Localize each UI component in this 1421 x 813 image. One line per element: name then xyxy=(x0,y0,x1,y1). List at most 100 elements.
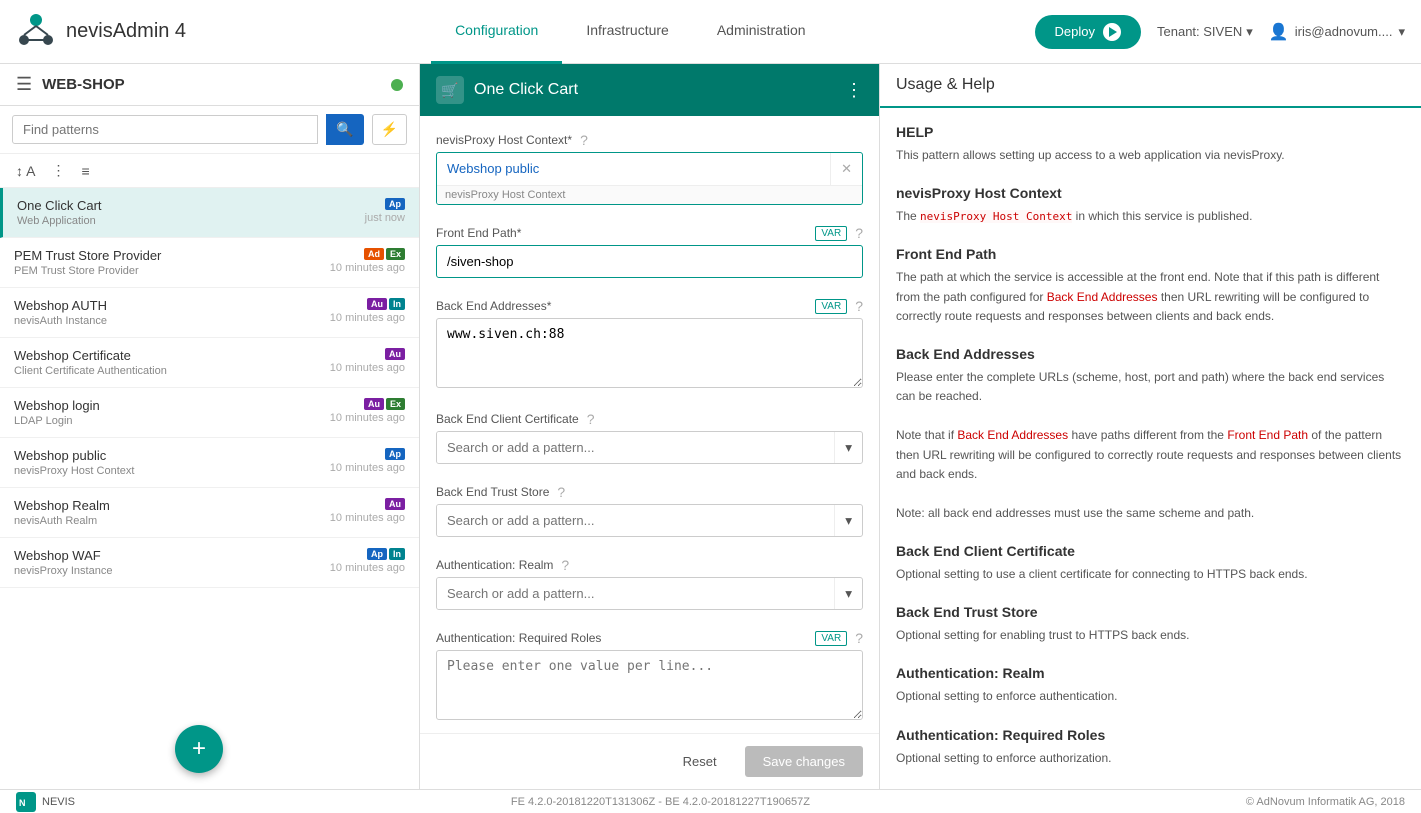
back-end-addresses-help-icon[interactable]: ? xyxy=(855,298,863,314)
list-item[interactable]: Webshop login LDAP Login AuEx 10 minutes… xyxy=(0,388,419,438)
search-button[interactable]: 🔍 xyxy=(326,114,363,145)
back-end-client-cert-help-icon[interactable]: ? xyxy=(587,411,595,427)
sidebar-header: ☰ WEB-SHOP xyxy=(0,64,419,106)
nav-configuration[interactable]: Configuration xyxy=(431,0,562,64)
top-nav: nevisAdmin 4 Configuration Infrastructur… xyxy=(0,0,1421,64)
help-section-auth-realm: Authentication: Realm Optional setting t… xyxy=(896,665,1405,706)
auth-required-roles-help-icon[interactable]: ? xyxy=(855,630,863,646)
tenant-selector[interactable]: Tenant: SIVEN ▾ xyxy=(1157,24,1253,40)
field-front-end-path: Front End Path* VAR ? xyxy=(436,225,863,278)
help-section-back-end-addresses: Back End Addresses Please enter the comp… xyxy=(896,346,1405,406)
help-section-auth-roles: Authentication: Required Roles Optional … xyxy=(896,727,1405,768)
auth-realm-help-icon[interactable]: ? xyxy=(561,557,569,573)
help-body: HELP This pattern allows setting up acce… xyxy=(880,108,1421,789)
nevis-proxy-host-context-value[interactable]: Webshop public xyxy=(437,153,830,185)
brand-name: nevisAdmin 4 xyxy=(66,20,186,43)
help-panel: Usage & Help HELP This pattern allows se… xyxy=(880,64,1421,789)
help-section-back-end-note: Note that if Back End Addresses have pat… xyxy=(896,426,1405,484)
help-back-end-note2-text: Note: all back end addresses must use th… xyxy=(896,504,1405,523)
list-item[interactable]: Webshop AUTH nevisAuth Instance AuIn 10 … xyxy=(0,288,419,338)
help-client-cert-title: Back End Client Certificate xyxy=(896,543,1405,559)
help-front-end-path-title: Front End Path xyxy=(896,246,1405,262)
help-section-trust-store: Back End Trust Store Optional setting fo… xyxy=(896,604,1405,645)
more-button[interactable]: ⋮ xyxy=(47,158,69,183)
back-end-client-cert-dropdown: ▾ xyxy=(436,431,863,464)
front-end-path-label: Front End Path* xyxy=(436,226,521,240)
content-menu-icon[interactable]: ⋮ xyxy=(845,80,863,101)
save-button[interactable]: Save changes xyxy=(745,746,863,777)
help-trust-store-title: Back End Trust Store xyxy=(896,604,1405,620)
help-section-front-end-path: Front End Path The path at which the ser… xyxy=(896,246,1405,326)
nevis-proxy-host-context-label: nevisProxy Host Context* xyxy=(436,133,572,147)
tenant-chevron-icon: ▾ xyxy=(1246,24,1253,40)
nav-administration[interactable]: Administration xyxy=(693,0,830,64)
field-back-end-client-certificate: Back End Client Certificate ? ▾ xyxy=(436,411,863,464)
nevis-logo: N NEVIS xyxy=(16,792,75,812)
list-view-button[interactable]: ≡ xyxy=(77,159,93,183)
nevis-label: NEVIS xyxy=(42,796,75,808)
nav-infrastructure[interactable]: Infrastructure xyxy=(562,0,692,64)
list-item[interactable]: Webshop Certificate Client Certificate A… xyxy=(0,338,419,388)
help-auth-roles-title: Authentication: Required Roles xyxy=(896,727,1405,743)
user-info[interactable]: 👤 iris@adnovum.... ▾ xyxy=(1269,22,1405,42)
content-title: One Click Cart xyxy=(474,81,835,99)
list-item[interactable]: PEM Trust Store Provider PEM Trust Store… xyxy=(0,238,419,288)
copyright-label: © AdNovum Informatik AG, 2018 xyxy=(1246,796,1405,808)
front-end-path-help-icon[interactable]: ? xyxy=(855,225,863,241)
main-container: ☰ WEB-SHOP 🔍 ⚡ ↕ A ⋮ ≡ One Click Cart We… xyxy=(0,64,1421,789)
add-pattern-button[interactable]: + xyxy=(175,725,223,773)
deploy-button[interactable]: Deploy xyxy=(1035,15,1141,49)
menu-icon[interactable]: ☰ xyxy=(16,74,32,95)
auth-required-roles-var-badge: VAR xyxy=(815,631,847,646)
list-item[interactable]: Webshop WAF nevisProxy Instance ApIn 10 … xyxy=(0,538,419,588)
list-item[interactable]: One Click Cart Web Application Ap just n… xyxy=(0,188,419,238)
content-header: 🛒 One Click Cart ⋮ xyxy=(420,64,879,116)
field-back-end-trust-store: Back End Trust Store ? ▾ xyxy=(436,484,863,537)
nevis-logo-icon: N xyxy=(16,792,36,812)
help-nevis-proxy-text: The nevisProxy Host Context in which thi… xyxy=(896,207,1405,226)
help-client-cert-text: Optional setting to use a client certifi… xyxy=(896,565,1405,584)
nevis-proxy-host-context-help-icon[interactable]: ? xyxy=(580,132,588,148)
sidebar-toolbar: ↕ A ⋮ ≡ xyxy=(0,154,419,188)
sidebar-list: One Click Cart Web Application Ap just n… xyxy=(0,188,419,789)
front-end-path-input[interactable] xyxy=(436,245,863,278)
sidebar: ☰ WEB-SHOP 🔍 ⚡ ↕ A ⋮ ≡ One Click Cart We… xyxy=(0,64,420,789)
back-end-trust-store-label: Back End Trust Store xyxy=(436,485,549,499)
list-item[interactable]: Webshop Realm nevisAuth Realm Au 10 minu… xyxy=(0,488,419,538)
filter-button[interactable]: ⚡ xyxy=(372,114,407,145)
sidebar-search: 🔍 ⚡ xyxy=(0,106,419,154)
content-footer: Reset Save changes xyxy=(420,733,879,789)
reset-button[interactable]: Reset xyxy=(667,746,733,777)
back-end-client-cert-dropdown-btn[interactable]: ▾ xyxy=(834,432,862,463)
auth-required-roles-textarea[interactable] xyxy=(436,650,863,720)
back-end-trust-store-help-icon[interactable]: ? xyxy=(557,484,565,500)
back-end-trust-store-input[interactable] xyxy=(437,505,834,536)
context-clear-icon[interactable]: ✕ xyxy=(830,153,862,185)
auth-realm-input[interactable] xyxy=(437,578,834,609)
back-end-trust-store-dropdown-btn[interactable]: ▾ xyxy=(834,505,862,536)
back-end-addresses-textarea[interactable]: www.siven.ch:88 xyxy=(436,318,863,388)
user-icon: 👤 xyxy=(1269,22,1289,42)
status-bar: N NEVIS FE 4.2.0-20181220T131306Z - BE 4… xyxy=(0,789,1421,813)
play-icon xyxy=(1103,23,1121,41)
help-header: Usage & Help xyxy=(880,64,1421,108)
deploy-label: Deploy xyxy=(1055,24,1095,39)
sort-button[interactable]: ↕ A xyxy=(12,159,39,183)
content-header-icon: 🛒 xyxy=(436,76,464,104)
help-nevis-proxy-title: nevisProxy Host Context xyxy=(896,185,1405,201)
auth-realm-label: Authentication: Realm xyxy=(436,558,553,572)
help-front-end-path-text: The path at which the service is accessi… xyxy=(896,268,1405,326)
help-auth-realm-text: Optional setting to enforce authenticati… xyxy=(896,687,1405,706)
back-end-client-cert-input[interactable] xyxy=(437,432,834,463)
help-intro-text: This pattern allows setting up access to… xyxy=(896,146,1405,165)
front-end-path-var-badge: VAR xyxy=(815,226,847,241)
list-item[interactable]: Webshop public nevisProxy Host Context A… xyxy=(0,438,419,488)
auth-realm-dropdown-btn[interactable]: ▾ xyxy=(834,578,862,609)
search-input[interactable] xyxy=(12,115,318,144)
content-body: nevisProxy Host Context* ? Webshop publi… xyxy=(420,116,879,733)
field-nevis-proxy-host-context: nevisProxy Host Context* ? Webshop publi… xyxy=(436,132,863,205)
back-end-addresses-var-badge: VAR xyxy=(815,299,847,314)
help-roles-note-text: Callers must carry one of the specified … xyxy=(896,788,1405,789)
help-back-end-addresses-title: Back End Addresses xyxy=(896,346,1405,362)
nevis-proxy-host-context-sub: nevisProxy Host Context xyxy=(437,185,862,204)
